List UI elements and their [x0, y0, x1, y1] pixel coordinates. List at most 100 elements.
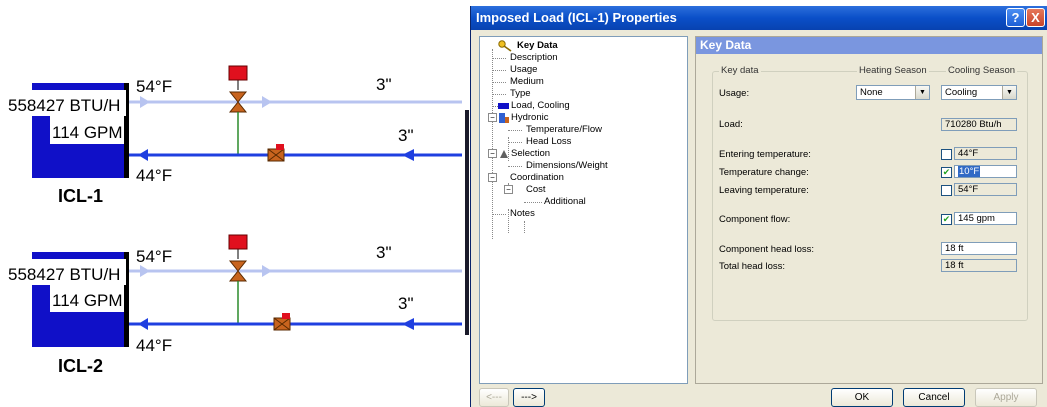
tree-item-label: Load, Cooling — [511, 100, 570, 111]
cooling-usage-select[interactable]: Cooling ▼ — [941, 85, 1017, 100]
icl-2-supply-arrow — [140, 265, 150, 277]
icl-2-flow-label: 114 GPM — [52, 291, 123, 310]
help-button[interactable]: ? — [1006, 8, 1025, 27]
tree-collapse-cost[interactable]: − — [504, 185, 513, 194]
component-head-loss-field[interactable]: 18 ft — [941, 242, 1017, 255]
temperature-change-checkbox[interactable]: ✔ — [941, 167, 952, 178]
icl-2-lower-pipe-size: 3" — [398, 294, 414, 313]
icl-1-upper-pipe-size: 3" — [376, 75, 392, 94]
tree-item-selection[interactable]: Selection — [498, 148, 550, 160]
tree-item-type[interactable]: Type — [510, 88, 531, 100]
load-label: Load: — [719, 119, 743, 130]
icl-1-valve-actuator[interactable] — [228, 65, 248, 81]
cooling-season-header: Cooling Season — [946, 65, 1018, 76]
tree-item-label: Coordination — [510, 172, 564, 183]
tree-item-label: Key Data — [517, 40, 558, 51]
component-flow-label: Component flow: — [719, 214, 791, 225]
icl-2-name: ICL-2 — [58, 356, 103, 376]
load-value: 710280 Btu/h — [941, 118, 1017, 131]
entering-temperature-field[interactable]: 44°F — [954, 147, 1017, 160]
icl-2-return-arrow — [138, 318, 148, 330]
cooling-usage-value: Cooling — [945, 87, 978, 98]
dialog-title: Imposed Load (ICL-1) Properties — [476, 10, 677, 25]
icl-2-balancing-valve[interactable] — [273, 313, 291, 331]
temperature-change-label: Temperature change: — [719, 167, 809, 178]
property-tree: Key Data Description Usage Medium Type L… — [479, 36, 688, 384]
component-flow-checkbox[interactable]: ✔ — [941, 214, 952, 225]
icl-1-supply-arrow — [262, 96, 272, 108]
icl-1-name: ICL-1 — [58, 186, 103, 206]
section-header: Key Data — [696, 37, 1042, 54]
tree-item-description[interactable]: Description — [510, 52, 558, 64]
tree-collapse-hydronic[interactable]: − — [488, 113, 497, 122]
temperature-change-field[interactable]: 10°F — [954, 165, 1017, 178]
back-button[interactable]: <--- — [479, 388, 509, 407]
key-data-group: Key data Heating Season Cooling Season U… — [712, 65, 1028, 321]
tree-item-cost[interactable]: Cost — [526, 184, 546, 196]
chevron-down-icon[interactable]: ▼ — [1002, 86, 1016, 99]
hydronic-schematic: 558427 BTU/H 114 GPM ICL-1 54°F 3" 44°F … — [2, 65, 469, 376]
icl-1-load-label: 558427 BTU/H — [8, 96, 120, 115]
icl-1-return-arrow — [138, 149, 148, 161]
tree-item-label: Cost — [526, 184, 546, 195]
tree-item-label: Usage — [510, 64, 538, 75]
tree-item-label: Description — [510, 52, 558, 63]
tree-item-usage[interactable]: Usage — [510, 64, 537, 76]
tree-item-label: Additional — [544, 196, 586, 207]
group-legend: Key data — [719, 65, 761, 76]
tree-item-additional[interactable]: Additional — [544, 196, 586, 208]
entering-temperature-label: Entering temperature: — [719, 149, 811, 160]
icl-1-balancing-valve[interactable] — [267, 144, 285, 162]
heating-usage-select[interactable]: None ▼ — [856, 85, 930, 100]
leaving-temperature-field[interactable]: 54°F — [954, 183, 1017, 196]
tree-item-medium[interactable]: Medium — [510, 76, 544, 88]
icl-2-supply-temp: 54°F — [136, 247, 172, 266]
tree-item-coordination[interactable]: Coordination — [510, 172, 564, 184]
tree-item-label: Medium — [510, 76, 544, 87]
component-flow-field[interactable]: 145 gpm — [954, 212, 1017, 225]
temperature-change-value: 10°F — [958, 166, 981, 177]
apply-button[interactable]: Apply — [975, 388, 1037, 407]
tree-item-label: Head Loss — [526, 136, 572, 147]
icl-1-flow-label: 114 GPM — [52, 123, 123, 142]
icl-1-supply-arrow — [140, 96, 150, 108]
total-head-loss-value: 18 ft — [941, 259, 1017, 272]
ok-button[interactable]: OK — [831, 388, 893, 407]
tree-item-label: Temperature/Flow — [526, 124, 603, 135]
key-data-panel: Key Data Key data Heating Season Cooling… — [695, 36, 1043, 384]
entering-temperature-checkbox[interactable] — [941, 149, 952, 160]
tree-item-dimensions-weight[interactable]: Dimensions/Weight — [526, 160, 608, 172]
cancel-button[interactable]: Cancel — [903, 388, 965, 407]
leaving-temperature-checkbox[interactable] — [941, 185, 952, 196]
heating-season-header: Heating Season — [857, 65, 929, 76]
icl-2-return-arrow — [402, 318, 414, 330]
icl-2-upper-pipe-size: 3" — [376, 243, 392, 262]
component-head-loss-label: Component head loss: — [719, 244, 815, 255]
icl-1-unit-group: 558427 BTU/H 114 GPM ICL-1 54°F 3" 44°F … — [2, 65, 462, 206]
tree-collapse-selection[interactable]: − — [488, 149, 497, 158]
tree-collapse-coordination[interactable]: − — [488, 173, 497, 182]
tree-item-head-loss[interactable]: Head Loss — [526, 136, 571, 148]
tree-item-key-data[interactable]: Key Data — [498, 40, 558, 52]
icl-2-return-temp: 44°F — [136, 336, 172, 355]
tree-item-hydronic[interactable]: Hydronic — [498, 112, 549, 124]
tree-item-label: Hydronic — [511, 112, 549, 123]
tree-item-label: Selection — [511, 148, 551, 159]
heating-usage-value: None — [860, 87, 883, 98]
icl-2-unit-group: 558427 BTU/H 114 GPM ICL-2 54°F 3" 44°F … — [2, 234, 462, 376]
dialog-titlebar[interactable]: Imposed Load (ICL-1) Properties ? X — [471, 6, 1047, 30]
tree-item-load-cooling[interactable]: Load, Cooling — [498, 100, 570, 112]
leaving-temperature-label: Leaving temperature: — [719, 185, 809, 196]
coil-icon — [498, 103, 509, 109]
tree-item-notes[interactable]: Notes — [510, 208, 535, 220]
icl-2-load-label: 558427 BTU/H — [8, 265, 120, 284]
selection-icon — [500, 150, 508, 158]
forward-button[interactable]: ---> — [513, 388, 545, 407]
key-icon — [498, 40, 512, 52]
chevron-down-icon[interactable]: ▼ — [915, 86, 929, 99]
tree-item-temperature-flow[interactable]: Temperature/Flow — [526, 124, 602, 136]
tree-item-label: Dimensions/Weight — [526, 160, 608, 171]
icl-2-valve-actuator[interactable] — [228, 234, 248, 250]
close-button[interactable]: X — [1026, 8, 1045, 27]
properties-dialog: Imposed Load (ICL-1) Properties ? X Key … — [470, 6, 1047, 407]
